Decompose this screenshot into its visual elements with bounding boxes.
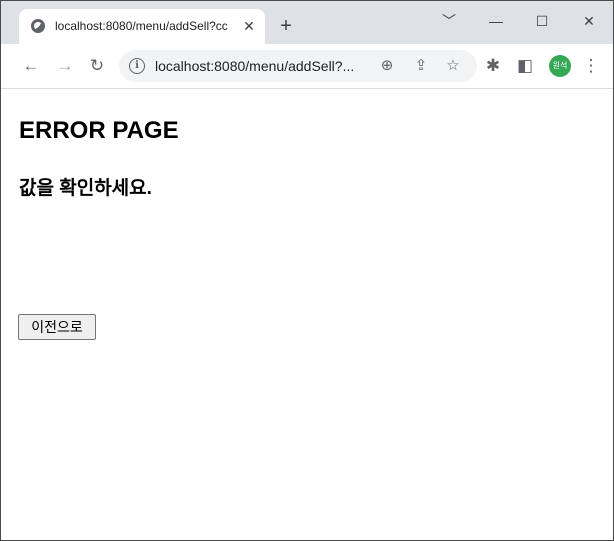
kebab-menu-icon[interactable]: ⋮ — [579, 54, 603, 78]
puzzle-icon[interactable]: ✱ — [481, 54, 505, 78]
url-text[interactable]: localhost:8080/menu/addSell?... — [155, 58, 365, 74]
minimize-icon[interactable]: — — [476, 7, 516, 35]
error-message: 값을 확인하세요. — [19, 178, 152, 199]
maximize-icon[interactable]: ☐ — [522, 7, 562, 35]
side-panel-icon[interactable]: ◧ — [513, 54, 537, 78]
browser-toolbar: ← → ↻ i localhost:8080/menu/addSell?... … — [1, 44, 613, 89]
close-window-icon[interactable]: ✕ — [569, 7, 609, 35]
info-icon[interactable]: i — [129, 58, 145, 74]
browser-window: localhost:8080/menu/addSell?cc ✕ + ﹀ — ☐… — [0, 0, 614, 541]
page-title: ERROR PAGE — [19, 117, 179, 144]
back-arrow-icon[interactable]: ← — [19, 54, 43, 78]
reload-icon[interactable]: ↻ — [85, 54, 109, 78]
address-bar[interactable]: i localhost:8080/menu/addSell?... ⊕ ⇪ ☆ — [119, 50, 477, 82]
tab-strip: localhost:8080/menu/addSell?cc ✕ + ﹀ — ☐… — [1, 1, 613, 44]
forward-arrow-icon[interactable]: → — [53, 54, 77, 78]
new-tab-icon[interactable]: + — [275, 16, 297, 38]
share-icon[interactable]: ⇪ — [409, 54, 433, 78]
back-button[interactable]: 이전으로 — [18, 314, 96, 340]
page-content: ERROR PAGE 값을 확인하세요. 이전으로 — [1, 89, 613, 540]
tab-title: localhost:8080/menu/addSell?cc — [55, 19, 228, 33]
zoom-icon[interactable]: ⊕ — [375, 54, 399, 78]
globe-icon — [31, 19, 45, 33]
avatar[interactable]: 원석 — [549, 55, 571, 77]
close-tab-icon[interactable]: ✕ — [240, 17, 258, 35]
star-icon[interactable]: ☆ — [441, 54, 465, 78]
tab-search-chevron-icon[interactable]: ﹀ — [429, 7, 469, 35]
browser-tab[interactable]: localhost:8080/menu/addSell?cc ✕ — [19, 9, 265, 44]
